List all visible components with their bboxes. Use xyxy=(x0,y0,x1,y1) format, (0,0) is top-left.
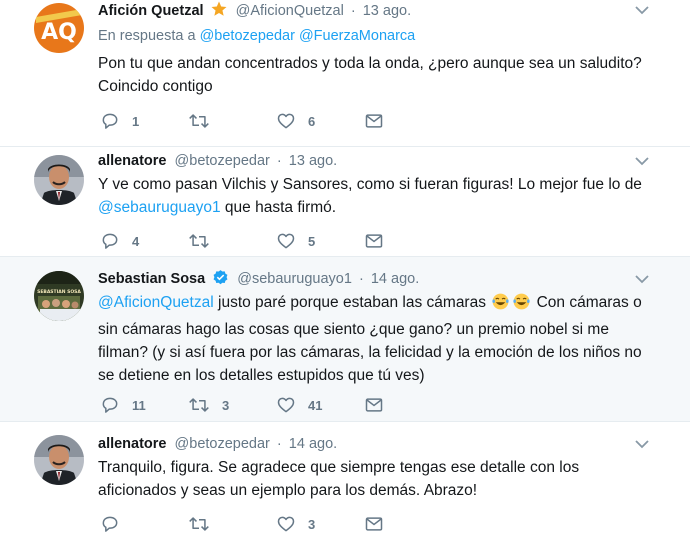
chevron-down-icon[interactable] xyxy=(634,2,650,18)
separator: · xyxy=(276,153,282,169)
tweet-sebastian-sosa[interactable]: SEBASTIAN SOSA Sebastian Sosa @sebaurugu… xyxy=(0,256,690,421)
retweet-button[interactable] xyxy=(188,513,222,535)
retweet-button[interactable]: 3 xyxy=(188,394,229,416)
tweet-allenatore-1[interactable]: allenatore @betozepedar · 13 ago. Y ve c… xyxy=(0,146,690,256)
mention-link[interactable]: @AficionQuetzal xyxy=(98,294,214,311)
reply-button[interactable]: 1 xyxy=(100,110,139,132)
timestamp[interactable]: 14 ago. xyxy=(371,271,419,287)
tweet-text-part: que hasta firmó. xyxy=(224,199,337,216)
username[interactable]: @AficionQuetzal xyxy=(236,3,344,19)
tears-of-joy-emoji xyxy=(512,292,531,318)
retweet-button[interactable] xyxy=(188,230,222,252)
avatar-logo-text: SEBASTIAN SOSA xyxy=(37,289,81,295)
avatar[interactable]: AQ xyxy=(34,3,84,53)
display-name[interactable]: Afición Quetzal xyxy=(98,3,204,19)
retweet-count: 3 xyxy=(222,397,230,413)
username[interactable]: @betozepedar xyxy=(175,436,270,452)
verified-badge-icon xyxy=(212,269,229,292)
heart-icon xyxy=(277,233,295,249)
tweet-text: Tranquilo, figura. Se agradece que siemp… xyxy=(98,459,580,499)
reply-button[interactable]: 4 xyxy=(100,230,139,252)
mention-link[interactable]: @sebauruguayo1 xyxy=(98,199,221,216)
username[interactable]: @betozepedar xyxy=(175,153,270,169)
like-count: 5 xyxy=(308,233,316,249)
timestamp[interactable]: 13 ago. xyxy=(363,3,411,19)
avatar[interactable] xyxy=(34,435,84,485)
like-button[interactable]: 3 xyxy=(276,513,315,535)
like-button[interactable]: 41 xyxy=(276,394,322,416)
username[interactable]: @sebauruguayo1 xyxy=(237,271,352,287)
retweet-icon xyxy=(189,234,209,248)
reply-icon xyxy=(102,397,118,413)
reply-count: 11 xyxy=(132,397,146,413)
chevron-down-icon[interactable] xyxy=(634,153,650,169)
envelope-icon xyxy=(365,114,383,128)
reply-user-link[interactable]: @betozepedar xyxy=(200,28,295,44)
separator: · xyxy=(276,436,282,452)
avatar[interactable] xyxy=(34,155,84,205)
retweet-icon xyxy=(189,398,209,412)
reply-icon xyxy=(102,233,118,249)
reply-count: 4 xyxy=(132,233,140,249)
direct-message-button[interactable] xyxy=(364,230,384,252)
envelope-icon xyxy=(365,234,383,248)
separator: · xyxy=(358,271,364,287)
direct-message-button[interactable] xyxy=(364,513,384,535)
direct-message-button[interactable] xyxy=(364,394,384,416)
tweet-text-part: justo paré porque estaban las cámaras xyxy=(218,294,486,311)
reply-user-link[interactable]: @FuerzaMonarca xyxy=(299,28,415,44)
reply-label: En respuesta a xyxy=(98,28,196,44)
separator: · xyxy=(350,3,356,19)
display-name[interactable]: allenatore xyxy=(98,153,167,169)
avatar[interactable]: SEBASTIAN SOSA xyxy=(34,271,84,321)
like-button[interactable]: 5 xyxy=(276,230,315,252)
tweet-text: Y ve como pasan Vilchis y Sansores, como… xyxy=(98,173,660,219)
envelope-icon xyxy=(365,398,383,412)
tweet-text: @AficionQuetzal justo paré porque estaba… xyxy=(98,291,660,387)
avatar-logo-text: AQ xyxy=(41,20,77,45)
heart-icon xyxy=(277,113,295,129)
heart-icon xyxy=(277,516,295,532)
display-name[interactable]: Sebastian Sosa xyxy=(98,271,205,287)
heart-icon xyxy=(277,397,295,413)
tweet-aficion-quetzal[interactable]: AQ Afición Quetzal @AficionQuetzal · 13 … xyxy=(0,0,690,148)
chevron-down-icon[interactable] xyxy=(634,436,650,452)
reply-button[interactable]: 11 xyxy=(100,394,146,416)
retweet-button[interactable] xyxy=(188,110,222,132)
tweet-text-part: Y ve como pasan Vilchis y Sansores, como… xyxy=(98,176,642,193)
envelope-icon xyxy=(365,517,383,531)
chevron-down-icon[interactable] xyxy=(634,271,650,287)
like-count: 3 xyxy=(308,516,316,532)
like-button[interactable]: 6 xyxy=(276,110,315,132)
reply-button[interactable] xyxy=(100,513,132,535)
timestamp[interactable]: 13 ago. xyxy=(289,153,337,169)
tweet-allenatore-2[interactable]: allenatore @betozepedar · 14 ago. Tranqu… xyxy=(0,421,690,549)
reply-count: 1 xyxy=(132,113,140,129)
replying-to: En respuesta a @betozepedar @FuerzaMonar… xyxy=(98,26,660,46)
timestamp[interactable]: 14 ago. xyxy=(289,436,337,452)
retweet-icon xyxy=(189,517,209,531)
direct-message-button[interactable] xyxy=(364,110,384,132)
display-name[interactable]: allenatore xyxy=(98,436,167,452)
tweet-text: Pon tu que andan concentrados y toda la … xyxy=(98,55,642,95)
tears-of-joy-emoji xyxy=(491,292,510,318)
like-count: 41 xyxy=(308,397,323,413)
star-icon xyxy=(210,0,228,24)
like-count: 6 xyxy=(308,113,316,129)
reply-icon xyxy=(102,516,118,532)
retweet-icon xyxy=(189,114,209,128)
reply-icon xyxy=(102,113,118,129)
